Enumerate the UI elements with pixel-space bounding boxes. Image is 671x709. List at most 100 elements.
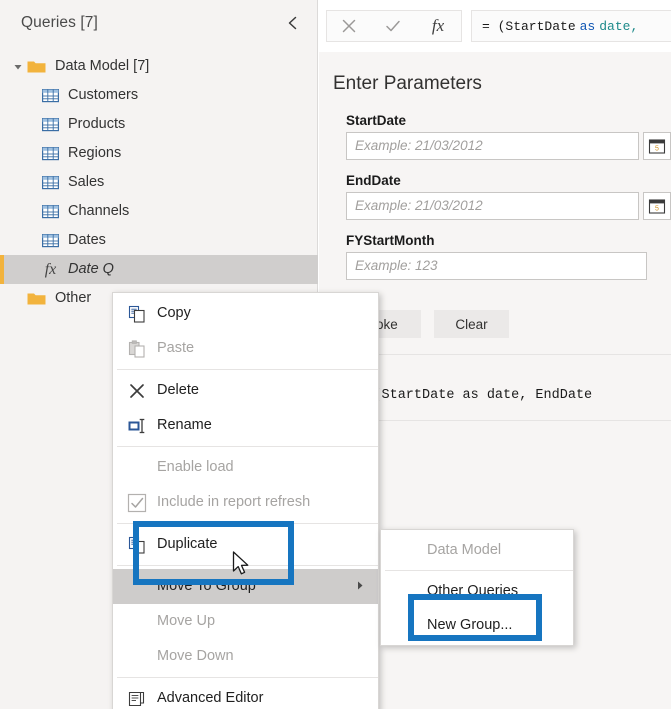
context-menu-item-move-down: Move Down (113, 639, 378, 674)
tree-item-customers[interactable]: Customers (0, 81, 318, 110)
table-icon (42, 175, 59, 190)
expand-triangle-placeholder (12, 293, 24, 305)
context-menu-item-label: Move Up (157, 613, 216, 630)
svg-text:5: 5 (655, 145, 659, 152)
queries-tree: Data Model [7] Customers Products Region… (0, 52, 318, 313)
no-icon (117, 610, 157, 634)
context-menu-item-label: Move To Group (157, 578, 256, 595)
tree-item-label: Dates (68, 232, 106, 249)
table-icon (42, 204, 59, 219)
context-menu-item-label: Move Down (157, 648, 234, 665)
query-context-menu: Copy Paste Delete Rename Enable load Inc… (112, 292, 379, 709)
tree-item-data-model[interactable]: Data Model [7] (0, 52, 318, 81)
context-menu-item-copy[interactable]: Copy (113, 296, 378, 331)
context-menu-item-rename[interactable]: Rename (113, 408, 378, 443)
no-icon (117, 575, 157, 599)
context-menu-item-label: Copy (157, 305, 191, 322)
rename-icon (117, 414, 157, 438)
fystartmonth-input[interactable]: Example: 123 (346, 251, 647, 280)
context-menu-item-duplicate[interactable]: Duplicate (113, 527, 378, 562)
field-label: StartDate (346, 113, 407, 128)
submenu-item-other-queries[interactable]: Other Queries (381, 574, 573, 608)
calendar-icon[interactable]: 5 (643, 131, 671, 160)
submenu-item-label: New Group... (427, 617, 513, 633)
no-icon (117, 456, 157, 480)
context-menu-separator (117, 369, 378, 370)
formula-bar-actions: fx (326, 10, 462, 42)
context-menu-separator (117, 523, 378, 524)
formula-text-keyword: as (579, 18, 596, 34)
tree-item-products[interactable]: Products (0, 110, 318, 139)
context-menu-item-move-to-group[interactable]: Move To Group (113, 569, 378, 604)
tree-item-channels[interactable]: Channels (0, 197, 318, 226)
clear-button[interactable]: Clear (434, 310, 509, 338)
field-label: FYStartMonth (346, 233, 435, 248)
tree-item-sales[interactable]: Sales (0, 168, 318, 197)
table-icon (42, 146, 59, 161)
folder-icon (27, 291, 46, 306)
formula-bar: fx = (StartDate as date, (319, 0, 671, 52)
checkbox-checked-icon (117, 491, 157, 515)
submenu-item-new-group[interactable]: New Group... (381, 608, 573, 642)
fx-icon[interactable]: fx (415, 11, 461, 41)
context-menu-separator (117, 565, 378, 566)
formula-text-type: date, (599, 18, 639, 34)
context-menu-item-include-in-report-refresh: Include in report refresh (113, 485, 378, 520)
context-menu-item-enable-load: Enable load (113, 450, 378, 485)
panel-heading: Enter Parameters (333, 73, 482, 94)
tree-item-date-function-query[interactable]: fx Date Q (0, 255, 318, 284)
delete-x-icon (117, 379, 157, 403)
field-label: EndDate (346, 173, 401, 188)
tree-item-dates[interactable]: Dates (0, 226, 318, 255)
calendar-icon[interactable]: 5 (643, 191, 671, 220)
move-to-group-submenu: Data Model Other Queries New Group... (380, 529, 574, 646)
submenu-item-data-model: Data Model (381, 533, 573, 567)
queries-pane-header: Queries [7] (0, 0, 318, 45)
field-fystartmonth: FYStartMonth Example: 123 (346, 234, 671, 280)
context-menu-item-label: Paste (157, 340, 195, 357)
context-menu-item-label: Include in report refresh (157, 494, 311, 511)
tree-item-label: Other (55, 290, 92, 307)
table-icon (42, 88, 59, 103)
expand-triangle-icon[interactable] (12, 61, 24, 73)
tree-item-label: Products (68, 116, 126, 133)
page-title: Queries [7] (21, 13, 98, 31)
fx-icon: fx (44, 260, 57, 278)
chevron-left-icon[interactable] (284, 14, 302, 32)
field-startdate: StartDate Example: 21/03/2012 5 (346, 114, 671, 160)
submenu-item-label: Data Model (427, 542, 502, 558)
context-menu-item-label: Delete (157, 382, 199, 399)
paste-icon (117, 337, 157, 361)
context-menu-item-advanced-editor[interactable]: Advanced Editor (113, 681, 378, 709)
svg-text:5: 5 (655, 205, 659, 212)
folder-icon (27, 59, 46, 74)
enddate-input[interactable]: Example: 21/03/2012 (346, 191, 639, 220)
advanced-editor-icon (117, 687, 157, 709)
context-menu-separator (117, 446, 378, 447)
tree-item-label: Date Q (68, 261, 114, 278)
context-menu-item-paste: Paste (113, 331, 378, 366)
tree-item-label: Channels (68, 203, 130, 220)
no-icon (117, 645, 157, 669)
formula-input[interactable]: = (StartDate as date, (471, 10, 671, 42)
context-menu-item-label: Enable load (157, 459, 234, 476)
tree-item-label: Sales (68, 174, 105, 191)
field-enddate: EndDate Example: 21/03/2012 5 (346, 174, 671, 220)
close-icon[interactable] (327, 11, 371, 41)
startdate-input[interactable]: Example: 21/03/2012 (346, 131, 639, 160)
submenu-separator (385, 570, 573, 571)
context-menu-item-delete[interactable]: Delete (113, 373, 378, 408)
submenu-item-label: Other Queries (427, 583, 519, 599)
copy-icon (117, 302, 157, 326)
formula-text-prefix: = (StartDate (482, 18, 576, 34)
tree-item-label: Customers (68, 87, 139, 104)
context-menu-item-label: Rename (157, 417, 212, 434)
context-menu-item-label: Advanced Editor (157, 690, 264, 707)
power-query-editor-window: Queries [7] Data Model [7] Customers Pro… (0, 0, 671, 709)
context-menu-item-move-up: Move Up (113, 604, 378, 639)
tree-item-regions[interactable]: Regions (0, 139, 318, 168)
table-icon (42, 233, 59, 248)
table-icon (42, 117, 59, 132)
check-icon[interactable] (371, 11, 415, 41)
chevron-right-icon (356, 579, 365, 595)
